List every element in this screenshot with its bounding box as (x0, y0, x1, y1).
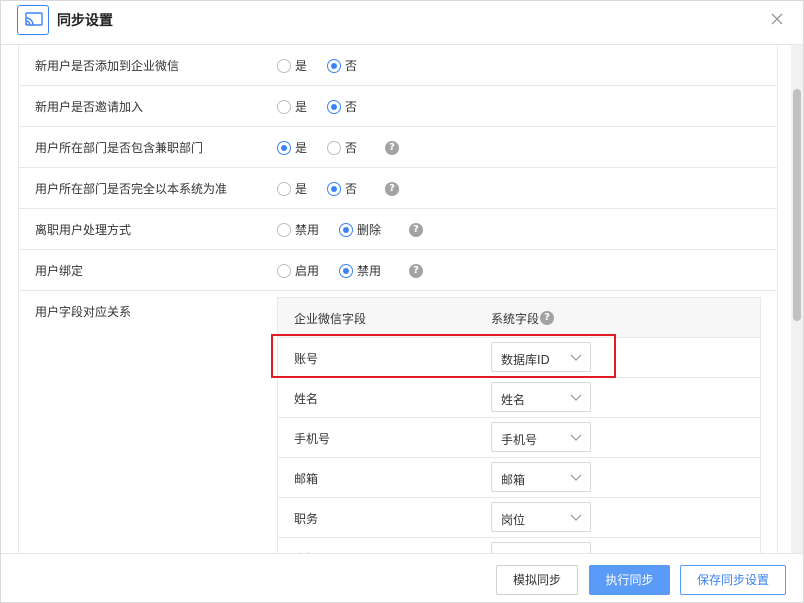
dialog-body: 新用户是否添加到企业微信 是 否 新用户是否邀请加入 是 否 用户所在部门是否包… (1, 45, 791, 553)
radio-label: 是 (295, 100, 308, 114)
highlight-annotation-box (271, 334, 616, 378)
simulate-sync-button[interactable]: 模拟同步 (496, 565, 578, 595)
radio-label: 否 (345, 141, 358, 155)
select-value: 邮箱 (501, 473, 526, 487)
system-field-select[interactable]: 岗位 (491, 502, 591, 532)
dialog-title: 同步设置 (57, 13, 113, 29)
cast-icon (17, 5, 49, 35)
radio-yes[interactable]: 是 (277, 57, 307, 74)
setting-row-user-binding: 用户绑定 启用 禁用 ? (19, 250, 777, 291)
radio-circle (277, 99, 291, 114)
help-icon[interactable]: ? (385, 182, 399, 196)
select-value: 岗位 (501, 513, 526, 527)
column-header-system-field: 系统字段 (491, 312, 540, 326)
column-header-wecom-field: 企业微信字段 (294, 312, 367, 326)
radio-disable[interactable]: 禁用 (277, 221, 319, 238)
radio-circle (327, 181, 341, 196)
radio-yes[interactable]: 是 (277, 180, 307, 197)
help-icon[interactable]: ? (540, 311, 554, 325)
help-icon[interactable]: ? (409, 264, 423, 278)
setting-row-dept-follow-system: 用户所在部门是否完全以本系统为准 是 否 ? (19, 168, 777, 209)
save-sync-settings-button[interactable]: 保存同步设置 (680, 565, 786, 595)
radio-no[interactable]: 否 (327, 98, 357, 115)
system-field-select[interactable]: 姓名 (491, 382, 591, 412)
radio-circle (277, 58, 291, 73)
execute-sync-button[interactable]: 执行同步 (589, 565, 670, 595)
radio-label: 否 (345, 59, 358, 73)
radio-circle (327, 58, 341, 73)
setting-row-add-to-wecom: 新用户是否添加到企业微信 是 否 (19, 45, 777, 86)
sync-settings-dialog: 同步设置 新用户是否添加到企业微信 是 否 新用户是否邀请加入 是 否 用户所在… (0, 0, 804, 603)
scrollbar-thumb[interactable] (793, 89, 801, 321)
radio-circle (277, 140, 291, 155)
mapping-table-header: 企业微信字段 系统字段 ? (278, 298, 760, 338)
mapping-row: 手机号 手机号 (278, 418, 760, 458)
mapping-row: 姓名 姓名 (278, 378, 760, 418)
chevron-down-icon (570, 434, 582, 441)
mapping-row: 邮箱 邮箱 (278, 458, 760, 498)
system-field-select[interactable]: 电话 (491, 542, 591, 553)
radio-label: 是 (295, 141, 308, 155)
chevron-down-icon (570, 474, 582, 481)
radio-label: 禁用 (295, 223, 320, 237)
radio-no[interactable]: 否 (327, 57, 357, 74)
select-value: 手机号 (501, 433, 538, 447)
dialog-footer: 模拟同步 执行同步 保存同步设置 (1, 553, 803, 602)
close-icon[interactable] (767, 9, 787, 29)
radio-yes[interactable]: 是 (277, 98, 307, 115)
radio-label: 删除 (357, 223, 382, 237)
radio-no[interactable]: 否 (327, 139, 357, 156)
setting-label: 新用户是否邀请加入 (35, 100, 144, 114)
radio-yes[interactable]: 是 (277, 139, 307, 156)
setting-label: 新用户是否添加到企业微信 (35, 59, 180, 73)
radio-label: 否 (345, 182, 358, 196)
system-field-select[interactable]: 邮箱 (491, 462, 591, 492)
radio-label: 否 (345, 100, 358, 114)
radio-no[interactable]: 否 (327, 180, 357, 197)
radio-delete[interactable]: 删除 (339, 221, 381, 238)
settings-form: 新用户是否添加到企业微信 是 否 新用户是否邀请加入 是 否 用户所在部门是否包… (18, 45, 778, 553)
help-icon[interactable]: ? (385, 141, 399, 155)
setting-label: 用户字段对应关系 (35, 305, 132, 319)
radio-label: 禁用 (357, 264, 382, 278)
select-value: 姓名 (501, 393, 526, 407)
wecom-field-name: 职务 (294, 512, 319, 526)
setting-row-include-parttime-dept: 用户所在部门是否包含兼职部门 是 否 ? (19, 127, 777, 168)
radio-circle (327, 99, 341, 114)
setting-row-invite-new-user: 新用户是否邀请加入 是 否 (19, 86, 777, 127)
chevron-down-icon (570, 514, 582, 521)
setting-label: 离职用户处理方式 (35, 223, 132, 237)
setting-label: 用户所在部门是否完全以本系统为准 (35, 182, 228, 196)
setting-label: 用户所在部门是否包含兼职部门 (35, 141, 204, 155)
radio-circle (277, 263, 291, 278)
setting-label: 用户绑定 (35, 264, 84, 278)
wecom-field-name: 姓名 (294, 392, 319, 406)
wecom-field-name: 手机号 (294, 432, 331, 446)
radio-circle (277, 222, 291, 237)
wecom-field-name: 邮箱 (294, 472, 319, 486)
help-icon[interactable]: ? (409, 223, 423, 237)
radio-circle (339, 263, 353, 278)
mapping-row: 职务 岗位 (278, 498, 760, 538)
dialog-header: 同步设置 (1, 1, 803, 45)
setting-row-field-mapping: 用户字段对应关系 企业微信字段 系统字段 ? 账号 数据库ID 姓名 姓名 手机… (19, 291, 777, 553)
vertical-scrollbar[interactable] (791, 45, 803, 553)
radio-label: 启用 (295, 264, 320, 278)
system-field-select[interactable]: 手机号 (491, 422, 591, 452)
radio-disable[interactable]: 禁用 (339, 262, 381, 279)
radio-enable[interactable]: 启用 (277, 262, 319, 279)
radio-label: 是 (295, 182, 308, 196)
radio-circle (327, 140, 341, 155)
mapping-row: 座机 电话 (278, 538, 760, 553)
radio-circle (339, 222, 353, 237)
radio-circle (277, 181, 291, 196)
radio-label: 是 (295, 59, 308, 73)
chevron-down-icon (570, 394, 582, 401)
setting-row-resigned-user-handling: 离职用户处理方式 禁用 删除 ? (19, 209, 777, 250)
